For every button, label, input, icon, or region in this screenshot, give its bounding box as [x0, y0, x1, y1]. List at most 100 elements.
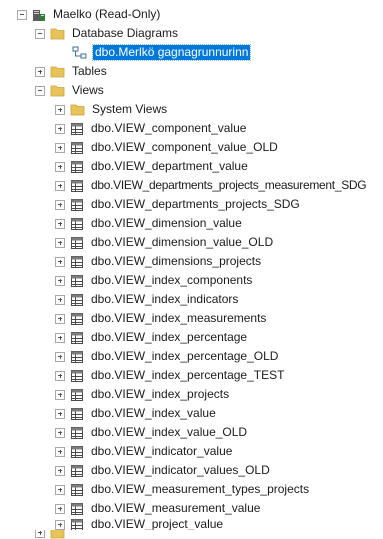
expand-toggle[interactable]: [55, 503, 65, 514]
tree-node-diagram-item[interactable]: dbo.Merlkö gagnagrunnurinn: [72, 43, 252, 62]
view-icon: [70, 312, 84, 326]
tree-node-view[interactable]: dbo.VIEW_dimension_value: [55, 214, 244, 233]
expand-toggle[interactable]: [55, 351, 65, 362]
tree-node-view[interactable]: dbo.VIEW_indicator_value: [55, 442, 234, 461]
expand-toggle[interactable]: [55, 180, 65, 191]
expand-toggle[interactable]: [55, 446, 65, 457]
view-label: dbo.VIEW_indicator_value: [91, 444, 233, 458]
collapse-toggle[interactable]: [35, 28, 45, 39]
view-label: dbo.VIEW_dimension_value: [91, 216, 242, 230]
view-icon: [70, 160, 84, 174]
view-icon: [70, 217, 84, 231]
expand-toggle[interactable]: [55, 123, 65, 134]
expand-toggle[interactable]: [55, 370, 65, 381]
view-label: dbo.VIEW_index_percentage_TEST: [91, 368, 285, 382]
tables-label: Tables: [72, 64, 107, 78]
expand-toggle[interactable]: [55, 294, 65, 305]
view-icon: [70, 502, 84, 516]
tree-node-view[interactable]: dbo.VIEW_index_percentage_TEST: [55, 366, 286, 385]
collapse-toggle[interactable]: [17, 9, 27, 20]
tree-node-database[interactable]: Maelko (Read-Only): [17, 5, 162, 24]
view-label: dbo.VIEW_index_percentage: [91, 330, 248, 344]
tree-node-view[interactable]: dbo.VIEW_component_value: [55, 119, 248, 138]
expand-toggle[interactable]: [55, 408, 65, 419]
expand-toggle[interactable]: [55, 256, 65, 267]
tree-node-view[interactable]: dbo.VIEW_departments_projects_measuremen…: [55, 176, 368, 195]
view-icon: [70, 122, 84, 136]
tree-node-view[interactable]: dbo.VIEW_measurement_types_projects: [55, 480, 311, 499]
tree-node-view[interactable]: dbo.VIEW_index_components: [55, 271, 254, 290]
view-label: dbo.VIEW_component_value: [91, 121, 247, 135]
tree-node-system-views[interactable]: System Views: [55, 100, 169, 119]
view-icon: [70, 293, 84, 307]
expand-toggle[interactable]: [55, 484, 65, 495]
folder-icon: [50, 84, 65, 97]
expand-toggle[interactable]: [55, 313, 65, 324]
expand-toggle[interactable]: [55, 237, 65, 248]
expand-toggle[interactable]: [35, 530, 45, 538]
view-label: dbo.VIEW_index_measurements: [91, 311, 267, 325]
tree-node-view[interactable]: dbo.VIEW_index_percentage: [55, 328, 249, 347]
tree-node-view[interactable]: dbo.VIEW_index_projects: [55, 385, 231, 404]
expand-toggle[interactable]: [55, 218, 65, 229]
expand-toggle[interactable]: [55, 332, 65, 343]
tree-node-database-diagrams[interactable]: Database Diagrams: [35, 24, 180, 43]
database-diagrams-label: Database Diagrams: [72, 26, 179, 40]
clipped-next-node: [0, 530, 383, 539]
diagram-icon: [72, 46, 88, 60]
view-label: dbo.VIEW_measurement_types_projects: [91, 482, 310, 496]
view-icon: [70, 483, 84, 497]
collapse-toggle[interactable]: [35, 85, 45, 96]
view-icon: [70, 255, 84, 269]
tree-node-view[interactable]: dbo.VIEW_index_value_OLD: [55, 423, 249, 442]
view-icon: [70, 236, 84, 250]
view-label: dbo.VIEW_department_value: [91, 159, 248, 173]
expand-toggle[interactable]: [55, 161, 65, 172]
expand-toggle[interactable]: [55, 275, 65, 286]
expand-toggle[interactable]: [55, 465, 65, 476]
tree-node-view[interactable]: dbo.VIEW_department_value: [55, 157, 250, 176]
tree-node-view[interactable]: dbo.VIEW_indicator_values_OLD: [55, 461, 272, 480]
view-label: dbo.VIEW_component_value_OLD: [91, 140, 278, 154]
folder-icon: [50, 530, 65, 539]
tree-node-view[interactable]: dbo.VIEW_index_indicators: [55, 290, 240, 309]
view-label: dbo.VIEW_departments_projects_SDG: [91, 197, 300, 211]
tree-node-views[interactable]: Views: [35, 81, 106, 100]
view-label: dbo.VIEW_index_components: [91, 273, 253, 287]
folder-icon: [50, 27, 65, 40]
view-icon: [70, 350, 84, 364]
expand-toggle[interactable]: [55, 519, 65, 530]
view-label: dbo.VIEW_index_percentage_OLD: [91, 349, 279, 363]
expand-toggle[interactable]: [55, 427, 65, 438]
tree-node-view[interactable]: dbo.VIEW_departments_projects_SDG: [55, 195, 302, 214]
view-icon: [70, 388, 84, 402]
tree-node-view[interactable]: dbo.VIEW_dimensions_projects: [55, 252, 263, 271]
tree-node-view[interactable]: dbo.VIEW_dimension_value_OLD: [55, 233, 275, 252]
folder-icon: [70, 103, 85, 116]
tree-node-view[interactable]: dbo.VIEW_index_value: [55, 404, 218, 423]
tree-node-tables[interactable]: Tables: [35, 62, 109, 81]
expand-toggle[interactable]: [55, 104, 65, 115]
expand-toggle[interactable]: [55, 199, 65, 210]
tree-node-view[interactable]: dbo.VIEW_component_value_OLD: [55, 138, 280, 157]
expand-toggle[interactable]: [55, 142, 65, 153]
view-icon: [70, 198, 84, 212]
view-icon: [70, 369, 84, 383]
view-label: dbo.VIEW_index_projects: [91, 387, 230, 401]
view-label: dbo.VIEW_dimension_value_OLD: [91, 235, 274, 249]
view-icon: [70, 426, 84, 440]
expand-toggle[interactable]: [35, 66, 45, 77]
view-label: dbo.VIEW_indicator_values_OLD: [91, 463, 270, 477]
tree-node-view[interactable]: dbo.VIEW_index_measurements: [55, 309, 268, 328]
view-label: dbo.VIEW_departments_projects_measuremen…: [91, 178, 367, 192]
view-icon: [70, 464, 84, 478]
system-views-label: System Views: [92, 102, 168, 116]
object-explorer-tree: Maelko (Read-Only) Database Diagrams dbo…: [0, 0, 383, 539]
view-label: dbo.VIEW_index_indicators: [91, 292, 239, 306]
view-label: dbo.VIEW_measurement_value: [91, 501, 261, 515]
view-icon: [70, 179, 84, 193]
tree-node-view[interactable]: dbo.VIEW_index_percentage_OLD: [55, 347, 280, 366]
view-label: dbo.VIEW_index_value_OLD: [91, 425, 248, 439]
diagram-item-label: dbo.Merlkö gagnagrunnurinn: [91, 44, 252, 61]
expand-toggle[interactable]: [55, 389, 65, 400]
